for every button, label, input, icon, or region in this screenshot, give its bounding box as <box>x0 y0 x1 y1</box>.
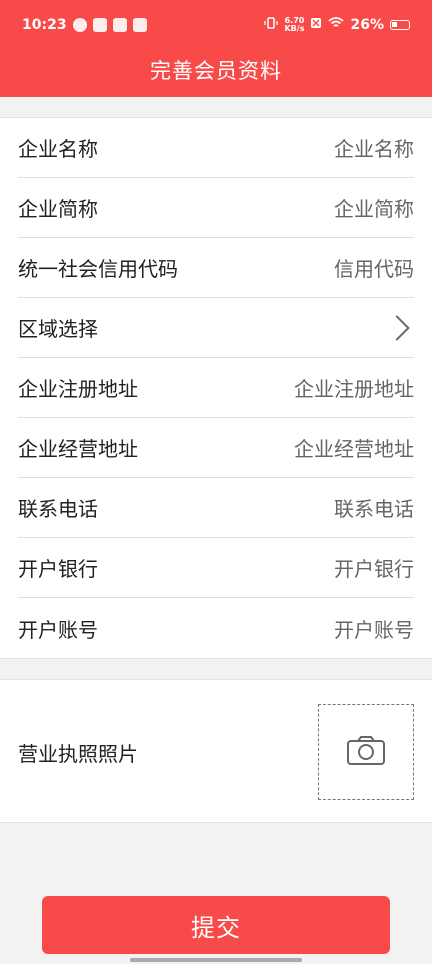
company-short-name-label: 企业简称 <box>18 197 98 221</box>
status-time: 10:23 <box>22 17 67 33</box>
account-number-label: 开户账号 <box>18 617 98 642</box>
network-speed: 6.70 KB/s <box>284 16 305 33</box>
notification-icon-1 <box>72 18 87 32</box>
battery-percentage: 26% <box>350 17 384 33</box>
sim-icon <box>310 17 322 33</box>
notification-icon-2 <box>92 18 107 32</box>
wifi-icon <box>328 17 345 33</box>
status-bar: 10:23 6.70 KB/s 26% <box>0 0 432 50</box>
page-title: 完善会员资料 <box>150 59 282 83</box>
submit-button[interactable]: 提交 <box>42 896 390 954</box>
credit-code-row[interactable]: 统一社会信用代码 信用代码 <box>18 238 414 298</box>
registered-address-input[interactable]: 企业注册地址 <box>294 373 414 402</box>
account-number-input[interactable]: 开户账号 <box>334 614 414 643</box>
home-indicator[interactable] <box>130 958 302 962</box>
status-right: 6.70 KB/s 26% <box>264 16 410 34</box>
battery-icon <box>390 20 410 30</box>
company-name-row[interactable]: 企业名称 企业名称 <box>18 118 414 178</box>
photo-upload-box[interactable] <box>318 704 414 800</box>
company-short-name-row[interactable]: 企业简称 企业简称 <box>18 178 414 238</box>
registered-address-row[interactable]: 企业注册地址 企业注册地址 <box>18 358 414 418</box>
business-license-card: 营业执照照片 <box>0 679 432 823</box>
company-short-name-input[interactable]: 企业简称 <box>334 193 414 222</box>
contact-phone-input[interactable]: 联系电话 <box>334 493 414 522</box>
business-license-label: 营业执照照片 <box>18 742 138 766</box>
credit-code-input[interactable]: 信用代码 <box>334 253 414 282</box>
notification-icon-3 <box>112 18 127 32</box>
camera-icon[interactable] <box>346 734 386 770</box>
bank-row[interactable]: 开户银行 开户银行 <box>18 538 414 598</box>
bank-label: 开户银行 <box>18 557 98 581</box>
company-name-label: 企业名称 <box>18 137 98 161</box>
business-address-input[interactable]: 企业经营地址 <box>294 433 414 462</box>
vibrate-icon <box>264 16 279 34</box>
bank-input[interactable]: 开户银行 <box>334 553 414 582</box>
business-address-label: 企业经营地址 <box>18 437 138 461</box>
chevron-right-icon[interactable] <box>384 314 410 341</box>
status-left: 10:23 <box>22 17 147 33</box>
app-header: 10:23 6.70 KB/s 26% 完善会员资料 <box>0 0 432 97</box>
registered-address-label: 企业注册地址 <box>18 377 138 401</box>
contact-phone-label: 联系电话 <box>18 497 98 521</box>
credit-code-label: 统一社会信用代码 <box>18 257 178 281</box>
region-select-label: 区域选择 <box>18 317 98 341</box>
notification-icon-4 <box>132 18 147 32</box>
region-select-row[interactable]: 区域选择 <box>18 298 414 358</box>
member-info-form: 企业名称 企业名称 企业简称 企业简称 统一社会信用代码 信用代码 区域选择 企… <box>0 117 432 659</box>
contact-phone-row[interactable]: 联系电话 联系电话 <box>18 478 414 538</box>
business-address-row[interactable]: 企业经营地址 企业经营地址 <box>18 418 414 478</box>
account-number-row[interactable]: 开户账号 开户账号 <box>18 598 414 658</box>
company-name-input[interactable]: 企业名称 <box>334 133 414 162</box>
